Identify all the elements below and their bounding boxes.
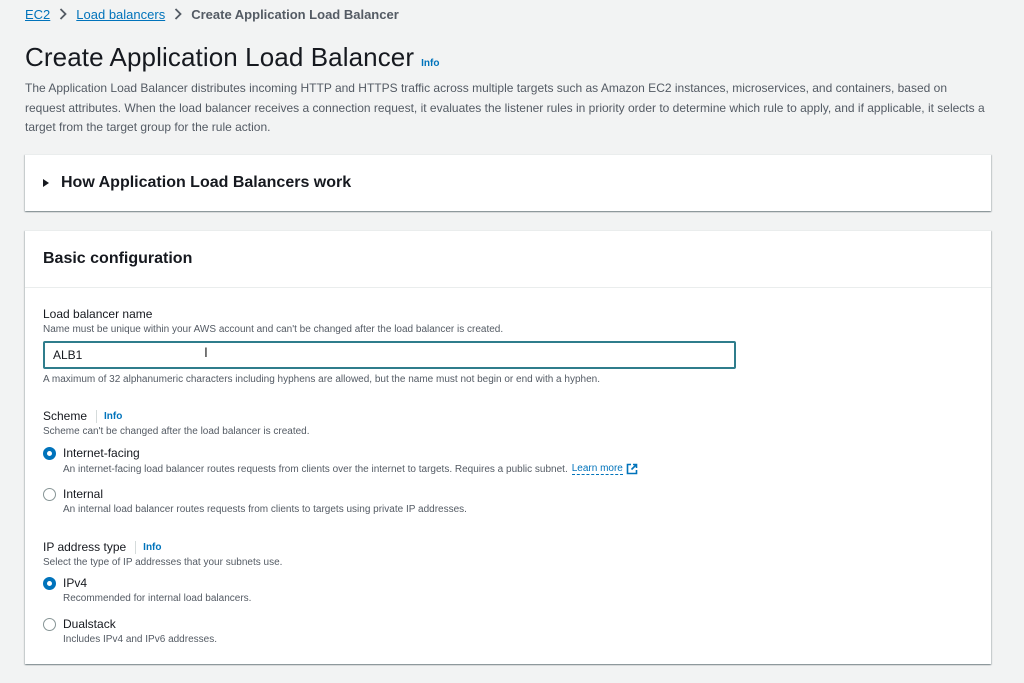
internal-description: An internal load balancer routes request… <box>63 504 467 515</box>
load-balancer-name-input[interactable] <box>43 341 736 369</box>
internet-facing-description: An internet-facing load balancer routes … <box>63 463 568 475</box>
scheme-label: Scheme <box>43 409 88 423</box>
how-it-works-expander: How Application Load Balancers work <box>25 154 991 211</box>
load-balancer-name-field: Load balancer name Name must be unique w… <box>43 306 503 335</box>
scheme-option-internet-facing[interactable]: Internet-facing An internet-facing load … <box>43 446 638 475</box>
scheme-label-row: Scheme Info <box>43 408 310 424</box>
label-divider <box>96 409 98 423</box>
text-cursor-icon: I <box>204 344 208 360</box>
ip-type-info-link[interactable]: Info <box>143 542 161 553</box>
internet-facing-label: Internet-facing <box>63 446 140 460</box>
ip-type-option-ipv4[interactable]: IPv4 Recommended for internal load balan… <box>43 576 251 604</box>
basic-configuration-title: Basic configuration <box>43 250 193 267</box>
basic-configuration-header: Basic configuration <box>25 231 991 288</box>
ipv4-label: IPv4 <box>63 576 88 590</box>
caret-right-icon <box>43 178 49 187</box>
breadcrumb-current: Create Application Load Balancer <box>191 6 399 22</box>
load-balancer-name-description: Name must be unique within your AWS acco… <box>43 324 504 335</box>
ip-type-description: Select the type of IP addresses that you… <box>43 557 283 568</box>
scheme-info-link[interactable]: Info <box>104 411 122 422</box>
how-it-works-title: How Application Load Balancers work <box>61 173 352 191</box>
breadcrumb-load-balancers-link[interactable]: Load balancers <box>76 7 165 22</box>
scheme-option-internal[interactable]: Internal An internal load balancer route… <box>43 487 467 515</box>
scheme-description: Scheme can't be changed after the load b… <box>43 426 310 437</box>
breadcrumb-ec2-link[interactable]: EC2 <box>25 7 50 22</box>
ip-type-label: IP address type <box>43 540 127 554</box>
page-title: Create Application Load Balancer <box>25 42 415 72</box>
dualstack-label: Dualstack <box>63 617 116 631</box>
ip-address-type-field: IP address type Info Select the type of … <box>43 539 282 568</box>
internet-facing-description-row: An internet-facing load balancer routes … <box>63 463 638 475</box>
title-info-link[interactable]: Info <box>421 58 439 69</box>
ipv4-description: Recommended for internal load balancers. <box>63 593 252 604</box>
external-link-icon[interactable] <box>626 463 638 475</box>
internal-label: Internal <box>63 487 104 501</box>
page-description: The Application Load Balancer distribute… <box>25 81 985 134</box>
radio-internet-facing[interactable] <box>43 447 56 460</box>
basic-configuration-panel: Basic configuration Load balancer name N… <box>25 230 991 664</box>
radio-ipv4[interactable] <box>43 577 56 590</box>
chevron-right-icon <box>59 8 68 20</box>
page-header: Create Application Load Balancer Info <box>25 42 439 73</box>
breadcrumb: EC2 Load balancers Create Application Lo… <box>25 6 399 22</box>
label-divider <box>135 540 137 554</box>
load-balancer-name-hint: A maximum of 32 alphanumeric characters … <box>43 374 600 385</box>
ip-type-option-dualstack[interactable]: Dualstack Includes IPv4 and IPv6 address… <box>43 617 217 645</box>
ip-type-label-row: IP address type Info <box>43 539 282 555</box>
radio-internal[interactable] <box>43 488 56 501</box>
how-it-works-toggle[interactable]: How Application Load Balancers work <box>25 155 991 210</box>
load-balancer-name-label: Load balancer name <box>43 307 153 321</box>
dualstack-description: Includes IPv4 and IPv6 addresses. <box>63 634 217 645</box>
learn-more-link[interactable]: Learn more <box>571 463 623 475</box>
chevron-right-icon <box>174 8 182 20</box>
radio-dualstack[interactable] <box>43 618 56 631</box>
scheme-field: Scheme Info Scheme can't be changed afte… <box>43 408 310 437</box>
